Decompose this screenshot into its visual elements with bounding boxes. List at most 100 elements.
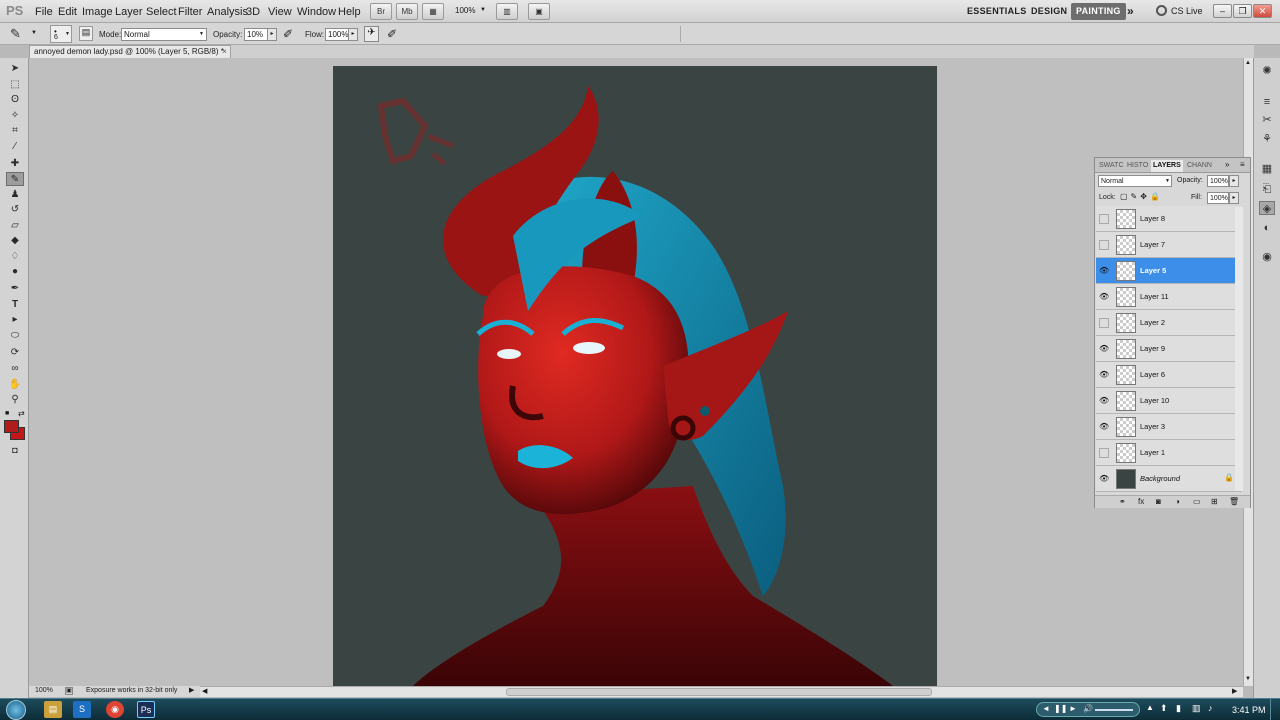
panel-menu-icon[interactable]: ≡ [1240,160,1245,169]
paint-bucket-tool-icon[interactable]: ◆ [6,234,24,248]
photoshop-taskbar-icon[interactable]: Ps [137,701,155,718]
menu-file[interactable]: File [35,6,53,18]
flow-slider-toggle[interactable]: ▸ [348,28,358,41]
close-button[interactable]: ✕ [1253,4,1272,18]
dodge-tool-icon[interactable]: ● [6,265,24,279]
swap-colors-icon[interactable]: ⇄ [18,409,25,418]
eye-icon[interactable]: 👁 [1099,396,1109,406]
brush-panel-toggle-icon[interactable]: ▤ [79,26,93,41]
quick-select-tool-icon[interactable]: ✧ [6,109,24,123]
move-tool-icon[interactable]: ➤ [6,62,24,76]
media-prev-icon[interactable]: ◄ [1042,704,1050,713]
tray-icon-2[interactable]: ▮ [1176,703,1181,714]
media-next-icon[interactable]: ► [1069,704,1077,713]
menu-edit[interactable]: Edit [58,6,77,18]
airbrush-icon[interactable]: ✈ [364,26,379,42]
layer-list-scrollbar[interactable] [1235,207,1243,491]
brush-presets-icon[interactable]: ✂ [1259,113,1275,127]
clock[interactable]: 3:41 PM [1232,705,1266,715]
3d-rotate-tool-icon[interactable]: ⟳ [6,346,24,360]
clone-stamp-tool-icon[interactable]: ♟ [6,188,24,202]
pressure-size-icon[interactable]: ✐ [387,27,397,41]
scroll-up-icon[interactable]: ▲ [1245,60,1251,66]
eye-icon[interactable]: 👁 [1099,344,1109,354]
tab-history[interactable]: HISTO [1125,160,1150,172]
tab-channels[interactable]: CHANN [1185,160,1214,172]
layer-mask-icon[interactable]: ◙ [1156,497,1161,506]
horizontal-scrollbar[interactable]: ◀ ▶ [200,686,1243,697]
menu-select[interactable]: Select [146,6,177,18]
status-menu-arrow-icon[interactable]: ▶ [189,686,194,694]
layer-row[interactable]: 👁 Layer 3 [1096,414,1242,440]
screen-mode-button[interactable]: ▣ [528,3,550,20]
cs-live-label[interactable]: CS Live [1171,6,1203,16]
fill-input[interactable]: 100% [1207,192,1229,204]
eye-icon[interactable]: 👁 [1099,370,1109,380]
layer-row[interactable]: 👁 Layer 5 [1096,258,1242,284]
artwork-canvas[interactable] [333,66,937,686]
status-zoom[interactable]: 100% [35,687,53,694]
eye-hidden-icon[interactable] [1099,214,1109,224]
volume-icon[interactable]: 🔊 [1083,704,1093,713]
skype-taskbar-icon[interactable]: S [73,701,91,718]
explorer-taskbar-icon[interactable]: ▤ [44,701,62,718]
paths-icon[interactable]: ◉ [1259,250,1275,264]
mode-select[interactable]: Normal [121,28,207,41]
layer-row[interactable]: 👁 Layer 11 [1096,284,1242,310]
zoom-level-dropdown[interactable]: 100% [455,6,475,15]
blend-mode-select[interactable]: Normal [1098,175,1172,187]
tool-preset-chevron-icon[interactable]: ▼ [31,30,37,36]
lock-options-icon[interactable]: ▢✎✥🔒 [1120,192,1163,201]
tray-icon-1[interactable]: ⬆ [1160,703,1168,714]
link-layers-icon[interactable]: ⚭ [1119,497,1126,506]
navigator-icon[interactable]: ✺ [1259,64,1275,78]
mini-bridge-button[interactable]: Mb [396,3,418,20]
network-icon[interactable]: ▥ [1192,703,1201,714]
layer-opacity-input[interactable]: 100% [1207,175,1229,187]
bridge-button[interactable]: Br [370,3,392,20]
tab-swatches[interactable]: SWATC [1097,160,1126,172]
start-button[interactable] [6,700,26,720]
lasso-tool-icon[interactable]: ʘ [6,93,24,107]
menu-layer[interactable]: Layer [115,6,143,18]
adjustment-layer-icon[interactable]: ◑ [1175,497,1180,506]
foreground-color-swatch[interactable] [4,420,19,433]
opacity-input[interactable]: 10% [244,28,268,41]
opacity-slider-toggle[interactable]: ▸ [267,28,277,41]
channels-icon[interactable]: ◐ [1259,221,1275,235]
fill-slider-toggle[interactable]: ▸ [1229,192,1239,204]
pen-tool-icon[interactable]: ✒ [6,282,24,296]
volume-tray-icon[interactable]: ♪ [1208,703,1213,713]
brush-tool-icon[interactable]: ✎ [6,172,24,186]
workspace-design[interactable]: DESIGN [1031,3,1067,20]
new-layer-icon[interactable]: ⊞ [1211,497,1218,506]
history-icon[interactable]: ⎗ [1259,182,1275,196]
show-desktop-button[interactable] [1270,699,1280,720]
brush-tool-icon[interactable]: ✎ [10,26,21,42]
brush-preset-picker[interactable]: • 6 ▼ [50,25,72,43]
eye-icon[interactable]: 👁 [1099,292,1109,302]
chrome-taskbar-icon[interactable]: ◉ [106,701,124,718]
layer-style-icon[interactable]: fx [1138,497,1144,506]
panel-collapse-icon[interactable]: » [1225,160,1229,169]
layer-row[interactable]: 👁 Background 🔒 [1096,466,1242,492]
layer-opacity-slider-toggle[interactable]: ▸ [1229,175,1239,187]
crop-tool-icon[interactable]: ⌗ [6,124,24,138]
eye-icon[interactable]: 👁 [1099,422,1109,432]
volume-slider[interactable] [1095,709,1133,711]
extras-button[interactable]: ▦ [422,3,444,20]
healing-brush-tool-icon[interactable]: ✚ [6,157,24,171]
media-controls[interactable]: ◄ ❚❚ ► 🔊 [1036,702,1140,717]
menu-help[interactable]: Help [338,6,361,18]
history-brush-tool-icon[interactable]: ↺ [6,203,24,217]
media-pause-icon[interactable]: ❚❚ [1054,704,1067,713]
arrange-documents-button[interactable]: ▥ [496,3,518,20]
tray-expand-icon[interactable]: ▲ [1146,703,1154,712]
scroll-left-icon[interactable]: ◀ [202,687,207,695]
layer-row[interactable]: 👁 Layer 6 [1096,362,1242,388]
eye-icon[interactable]: 👁 [1099,474,1109,484]
menu-window[interactable]: Window [297,6,336,18]
path-select-tool-icon[interactable]: ▸ [6,313,24,327]
flow-input[interactable]: 100% [325,28,349,41]
status-info-icon[interactable]: ▣ [65,687,73,695]
